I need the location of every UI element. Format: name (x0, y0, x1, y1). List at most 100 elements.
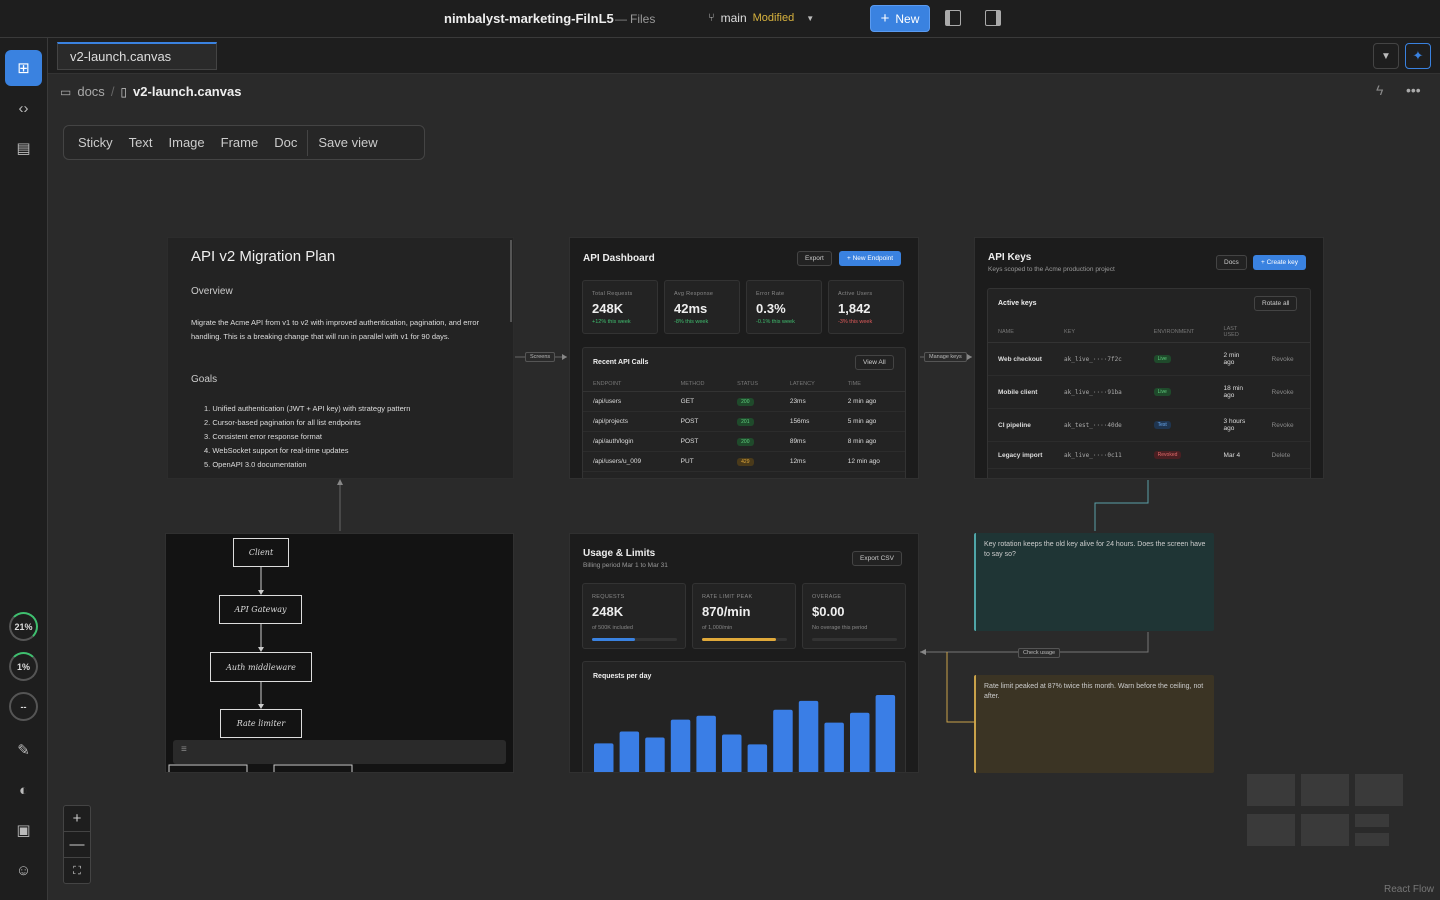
docs-button[interactable]: Docs (1216, 255, 1247, 270)
fit-view-icon: ⛶ (73, 864, 81, 877)
export-csv-button[interactable]: Export CSV (852, 551, 902, 566)
chart-bar (747, 744, 768, 772)
table-cell: /api/users (583, 391, 671, 412)
table-cell: Legacy import (988, 441, 1054, 469)
view-all-button[interactable]: View All (855, 355, 894, 370)
usage-value: 248K (592, 604, 624, 619)
export-button[interactable]: Export (797, 251, 832, 266)
edge-label-screens[interactable]: Screens (525, 352, 556, 362)
stat-label: Avg Response (674, 291, 714, 297)
sticky-note-key-rotation[interactable]: Key rotation keeps the old key alive for… (974, 533, 1214, 631)
column-header: Status (727, 377, 780, 392)
edge-label-manage-keys[interactable]: Manage keys (924, 352, 967, 362)
column-header: Name (988, 322, 1054, 343)
create-key-button[interactable]: + Create key (1253, 255, 1307, 270)
column-header: Time (837, 377, 905, 392)
zoom-in-button[interactable]: + (64, 806, 90, 832)
usage-sub: of 500K included (592, 625, 633, 631)
table-row[interactable]: /api/auth/login POST 200 89ms 8 min ago (583, 431, 905, 452)
minimap-node (1247, 814, 1295, 846)
table-cell: POST (670, 431, 728, 452)
doc-scrollbar[interactable] (510, 240, 512, 322)
usage-progress-track (702, 638, 787, 641)
minimap-node (1355, 833, 1389, 846)
stat-card: Active Users 1,842 -3% this week (828, 280, 904, 334)
table-cell: 5 min ago (837, 411, 905, 432)
usage-sub: of 1,000/min (702, 625, 733, 631)
chart-bar (619, 731, 640, 772)
table-cell: 8 min ago (837, 431, 905, 452)
column-header: Endpoint (583, 377, 671, 392)
menu-icon: ≡ (181, 744, 187, 755)
table-cell: 200 (727, 391, 780, 412)
table-cell: ak_test_····40de (1054, 408, 1144, 442)
table-row[interactable]: /api/users/u_009 PUT 429 12ms 12 min ago (583, 451, 905, 472)
recent-calls-table: Endpoint Method Status Latency Time /api/use… (583, 377, 905, 472)
table-cell: Revoked (1143, 441, 1214, 469)
flow-node-rate-limiter[interactable]: Rate limiter (220, 709, 302, 738)
table-cell: Live (1143, 342, 1214, 376)
plus-icon: + (72, 810, 82, 827)
fit-view-button[interactable]: ⛶ (64, 858, 90, 884)
minimap-node (1247, 774, 1295, 806)
table-cell: 156ms (779, 411, 838, 432)
stat-label: Total Requests (592, 291, 633, 297)
diagram-menu-bar[interactable]: ≡ (173, 740, 506, 764)
doc-node-migration-plan[interactable]: API v2 Migration Plan Overview Migrate t… (167, 237, 514, 479)
doc-title: API v2 Migration Plan (191, 248, 336, 265)
table-cell: ak_live_····7f2c (1054, 342, 1144, 376)
table-cell: CI pipeline (988, 408, 1054, 442)
table-cell: 3 hours ago (1213, 408, 1262, 442)
table-cell: 12 min ago (837, 451, 905, 472)
table-row[interactable]: Mobile client ak_live_····91ba Live 18 min … (988, 375, 1310, 409)
usage-label: Requests (592, 594, 625, 600)
zoom-out-button[interactable]: — (64, 832, 90, 858)
table-cell: 2 min ago (837, 391, 905, 412)
stat-value: 0.3% (756, 301, 786, 316)
status-badge: 200 (737, 397, 754, 406)
table-row[interactable]: CI pipeline ak_test_····40de Test 3 hours a… (988, 408, 1310, 442)
table-cell: Mar 4 (1213, 441, 1262, 469)
screen-node-api-keys[interactable]: API Keys Keys scoped to the Acme product… (974, 237, 1324, 479)
chart-bar (875, 695, 896, 772)
table-cell: 429 (727, 451, 780, 472)
rotate-all-button[interactable]: Rotate all (1254, 296, 1298, 311)
table-row[interactable]: Web checkout ak_live_····7f2c Live 2 min ag… (988, 342, 1310, 376)
table-cell: /api/users/u_009 (583, 451, 671, 472)
column-header: Latency (779, 377, 838, 392)
table-cell: 201 (727, 411, 780, 432)
chart-bar (850, 712, 870, 772)
zoom-controls: + — ⛶ (63, 805, 91, 884)
chart-bar (722, 734, 742, 772)
status-badge: 201 (737, 417, 754, 426)
table-cell: GET (670, 391, 728, 412)
row-action-link[interactable]: Revoke (1261, 342, 1310, 376)
stat-delta: +12% this week (592, 319, 631, 325)
edge-label-check-usage[interactable]: Check usage (1018, 648, 1061, 658)
flow-node-client[interactable]: Client (233, 538, 289, 567)
row-action-link[interactable]: Revoke (1261, 408, 1310, 442)
table-cell: PUT (670, 451, 728, 472)
stat-card: Error Rate 0.3% -0.1% this week (746, 280, 822, 334)
usage-progress-fill (702, 638, 776, 641)
table-row[interactable]: Legacy import ak_live_····0c11 Revoked Mar … (988, 441, 1310, 469)
active-keys-title: Active keys (998, 300, 1037, 307)
row-action-link[interactable]: Delete (1261, 441, 1310, 469)
row-action-link[interactable]: Revoke (1261, 375, 1310, 409)
goal-item: 4. WebSocket support for real-time updat… (204, 446, 349, 455)
react-flow-attribution[interactable]: React Flow (1384, 884, 1434, 895)
flow-node-auth-middleware[interactable]: Auth middleware (210, 652, 312, 682)
table-cell: 23ms (779, 391, 838, 412)
screen-node-api-dashboard[interactable]: API Dashboard Export + New Endpoint Tota… (569, 237, 919, 479)
table-row[interactable]: /api/projects POST 201 156ms 5 min ago (583, 411, 905, 432)
sticky-note-rate-limit[interactable]: Rate limit peaked at 87% twice this mont… (974, 675, 1214, 773)
screen-node-usage-limits[interactable]: Usage & Limits Billing period Mar 1 to M… (569, 533, 919, 773)
stat-delta: -8% this week (674, 319, 709, 325)
status-badge: 200 (737, 437, 754, 446)
new-endpoint-button[interactable]: + New Endpoint (839, 251, 902, 266)
table-row[interactable]: /api/users GET 200 23ms 2 min ago (583, 391, 905, 412)
goal-item: 1. Unified authentication (JWT + API key… (204, 404, 411, 413)
flow-node-api-gateway[interactable]: API Gateway (219, 595, 302, 624)
column-header: Environment (1143, 322, 1214, 343)
diagram-node-request-flow[interactable]: Client API Gateway Auth middleware Rate … (165, 533, 514, 773)
